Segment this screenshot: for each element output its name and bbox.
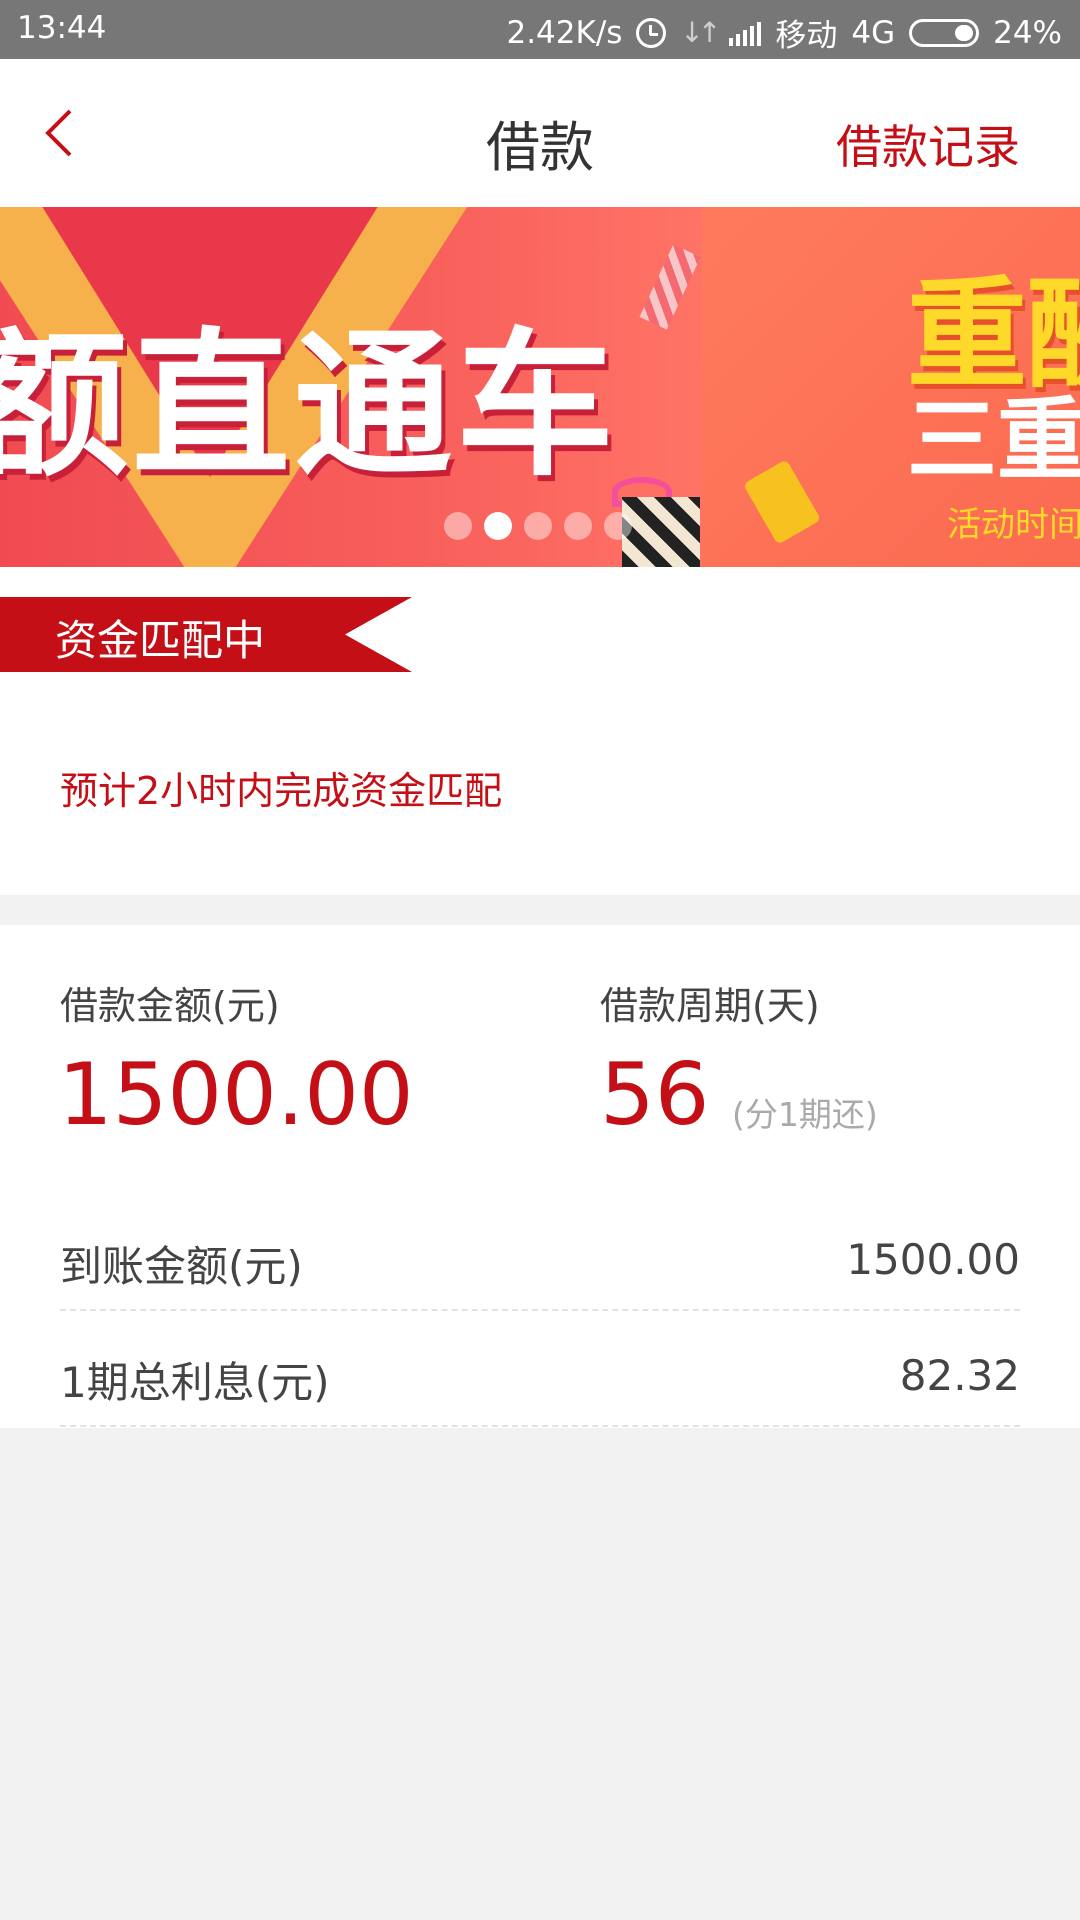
status-badge: 资金匹配中 xyxy=(55,616,266,665)
banner2-caption: 活动时间 xyxy=(947,505,1080,545)
network-type: 4G xyxy=(851,14,896,51)
row-value: 82.32 xyxy=(899,1351,1020,1400)
status-time: 13:44 xyxy=(17,10,107,46)
status-bar: 13:44 2.42K/s ↓↑ 移动 4G 24% xyxy=(0,0,1080,59)
signal-icon xyxy=(729,20,762,46)
loan-detail-card: 借款金额(元) 借款周期(天) 1500.00 56 (分1期还) 到账金额(元… xyxy=(0,925,1080,1428)
banner-carousel[interactable]: 额直通车 重酬 三重 活动时间 xyxy=(0,207,1080,567)
loan-period-label: 借款周期(天) xyxy=(600,984,820,1028)
status-description: 预计2小时内完成资金匹配 xyxy=(60,769,503,813)
row-value: 1500.00 xyxy=(846,1235,1020,1284)
battery-level xyxy=(955,24,974,41)
loan-period-value: 56 xyxy=(600,1045,710,1145)
gift-box-icon xyxy=(622,497,700,567)
total-interest-row: 1期总利息(元) 82.32 xyxy=(60,1311,1020,1427)
banner2-subheadline: 三重 xyxy=(907,388,1080,493)
alarm-icon xyxy=(636,17,667,48)
carrier-name: 移动 xyxy=(775,18,838,54)
coupon-icon xyxy=(742,459,822,545)
loan-record-link[interactable]: 借款记录 xyxy=(836,111,1020,177)
loan-status-card: 资金匹配中 预计2小时内完成资金匹配 xyxy=(0,567,1080,895)
carousel-dot[interactable] xyxy=(444,512,472,540)
carousel-dot[interactable] xyxy=(604,512,632,540)
status-indicators: 2.42K/s ↓↑ 移动 4G 24% xyxy=(506,10,1062,55)
net-speed: 2.42K/s xyxy=(506,14,623,51)
carousel-dot[interactable] xyxy=(564,512,592,540)
row-label: 到账金额(元) xyxy=(60,1242,303,1291)
received-amount-row: 到账金额(元) 1500.00 xyxy=(60,1195,1020,1311)
carousel-indicator xyxy=(444,512,632,540)
banner-slide-next[interactable]: 重酬 三重 活动时间 xyxy=(702,207,1080,567)
loan-amount-label: 借款金额(元) xyxy=(60,984,280,1028)
carousel-dot[interactable] xyxy=(524,512,552,540)
battery-icon xyxy=(909,18,980,47)
confetti-decoration xyxy=(639,244,701,330)
banner-slide[interactable]: 额直通车 xyxy=(0,207,702,567)
carousel-dot[interactable] xyxy=(484,512,512,540)
row-label: 1期总利息(元) xyxy=(60,1358,330,1407)
data-transfer-icon: ↓↑ xyxy=(680,16,721,49)
loan-amount-value: 1500.00 xyxy=(58,1045,414,1145)
battery-percent: 24% xyxy=(993,14,1062,51)
nav-bar: 借款 借款记录 xyxy=(0,59,1080,207)
banner-headline: 额直通车 xyxy=(0,314,618,498)
installment-note: (分1期还) xyxy=(732,1095,878,1134)
